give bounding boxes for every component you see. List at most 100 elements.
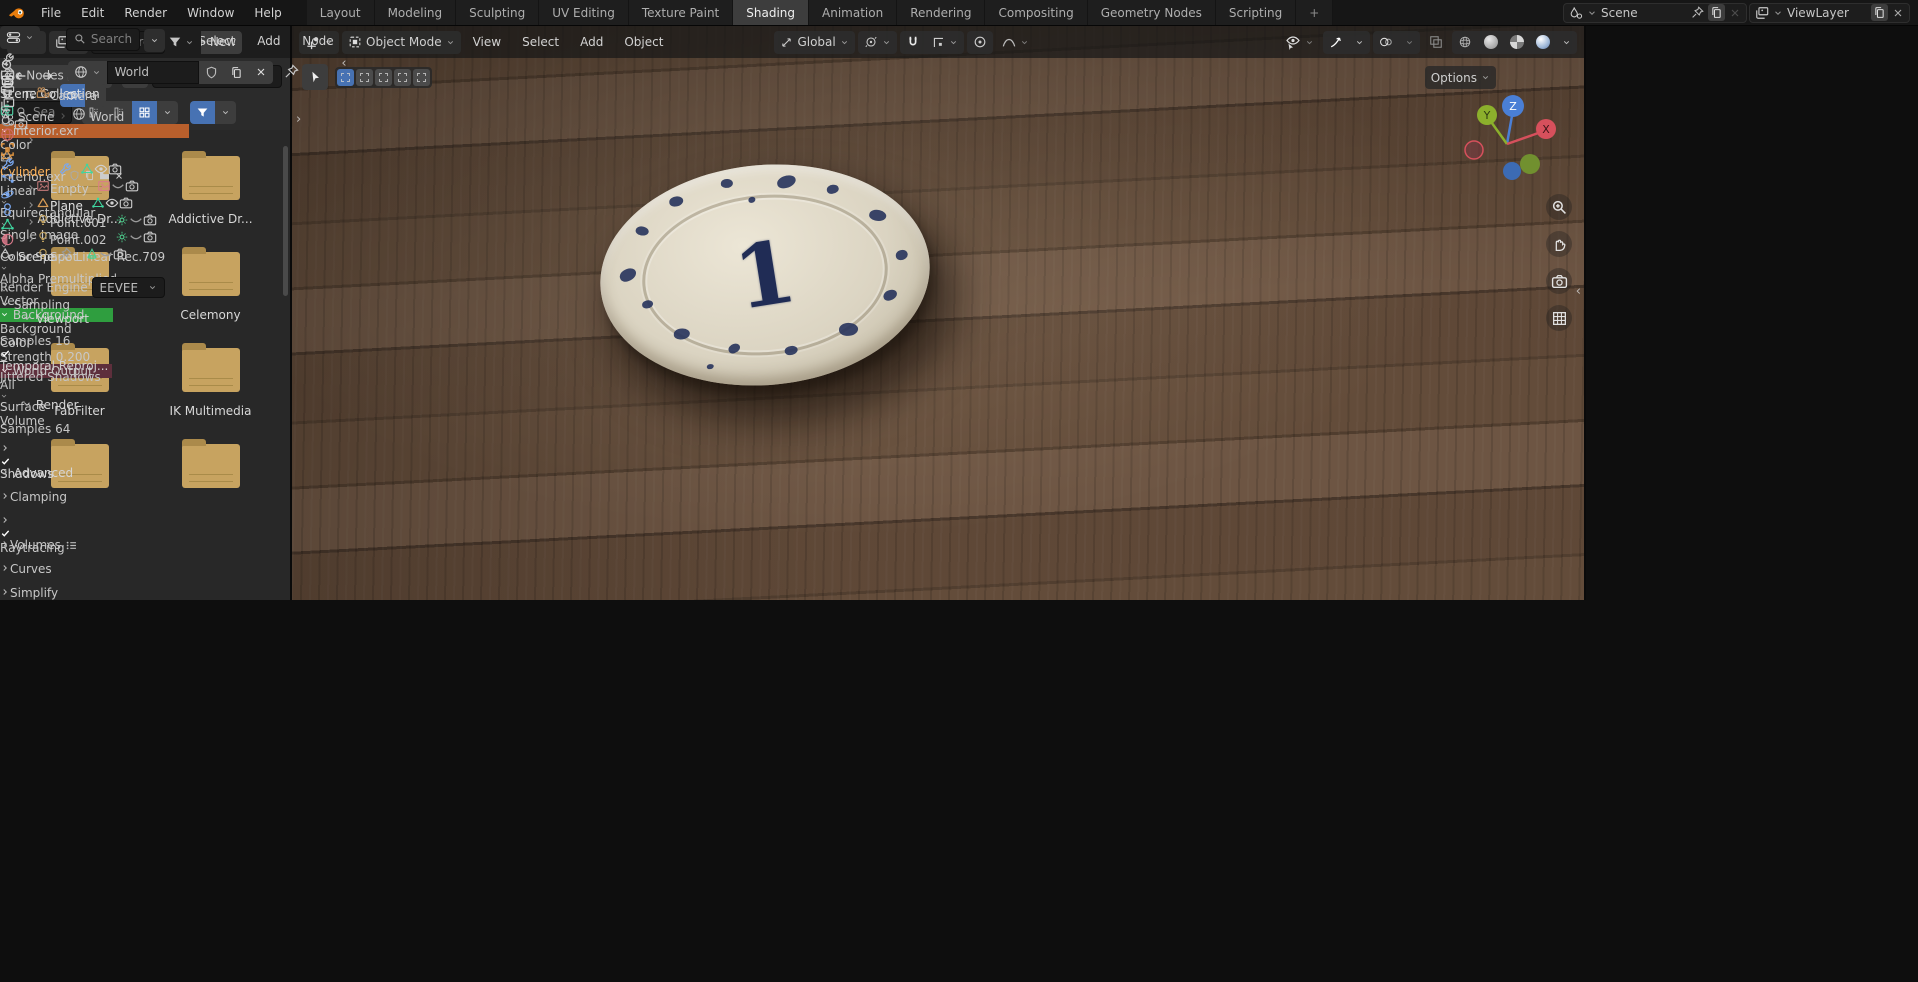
menu-view[interactable]: View [464, 33, 510, 51]
workspace-tab-sculpting[interactable]: Sculpting [456, 0, 539, 25]
options-chevron[interactable] [144, 29, 165, 52]
unlink-datablock-icon[interactable] [249, 61, 273, 84]
select-mode-intersect[interactable] [413, 69, 430, 86]
snap-toggle[interactable] [900, 31, 926, 54]
properties-tab-material[interactable] [0, 232, 165, 247]
show-gizmo-toggle[interactable] [1323, 31, 1349, 54]
clamping-panel-header[interactable]: Clamping [0, 490, 165, 514]
properties-tab-particles[interactable] [0, 172, 165, 187]
remove-view-layer-icon[interactable] [1892, 7, 1904, 19]
sampling-panel-header[interactable]: Sampling [0, 298, 165, 312]
properties-tab-constraints[interactable] [0, 202, 165, 217]
view-layer-name[interactable]: ViewLayer [1787, 6, 1867, 20]
gizmo-axis-y[interactable]: Y [1483, 109, 1491, 122]
scene-selector[interactable]: Scene [1563, 3, 1747, 23]
menu-file[interactable]: File [32, 4, 70, 22]
shadows-subpanel-header[interactable]: Shadows [0, 442, 165, 466]
sidebar-expand-arrow[interactable]: ‹ [1576, 284, 1581, 299]
properties-tab-render[interactable] [0, 67, 165, 82]
perspective-toggle-button[interactable] [1546, 305, 1572, 331]
menu-render[interactable]: Render [115, 4, 176, 22]
proportional-editing-toggle[interactable] [967, 31, 993, 54]
workspace-tab-geometry-nodes[interactable]: Geometry Nodes [1088, 0, 1216, 25]
shading-settings-chevron[interactable] [1556, 31, 1577, 54]
editor-type-button[interactable] [0, 26, 40, 49]
workspace-tab-uv-editing[interactable]: UV Editing [539, 0, 629, 25]
menu-object[interactable]: Object [615, 33, 672, 51]
chevron-down-icon[interactable] [1587, 8, 1597, 18]
properties-tab-tool[interactable] [0, 52, 165, 67]
menu-help[interactable]: Help [245, 4, 290, 22]
ceramic-chip-object[interactable]: 1 [591, 151, 939, 399]
zoom-button[interactable] [1546, 194, 1572, 220]
properties-tab-view-layer[interactable] [0, 97, 165, 112]
pin-icon[interactable] [284, 64, 299, 79]
new-view-layer-icon[interactable] [1871, 4, 1888, 21]
menu-edit[interactable]: Edit [72, 4, 113, 22]
xray-toggle[interactable] [1423, 31, 1449, 54]
scene-name[interactable]: Scene [1601, 6, 1687, 20]
properties-tab-output[interactable] [0, 82, 165, 97]
search-input[interactable]: Search [66, 28, 140, 51]
render-subpanel-header[interactable]: Render [0, 398, 165, 422]
raytracing-panel-header[interactable]: Raytracing [0, 514, 165, 538]
filter-icon[interactable] [168, 35, 182, 49]
camera-view-button[interactable] [1546, 268, 1572, 294]
shading-rendered-button[interactable] [1530, 31, 1556, 54]
select-mode-invert[interactable] [394, 69, 411, 86]
pin-icon[interactable] [1691, 6, 1704, 19]
select-mode-subtract[interactable] [375, 69, 392, 86]
curves-panel-header[interactable]: Curves [0, 562, 165, 586]
workspace-tab--[interactable]: + [1296, 0, 1333, 25]
render-engine-dropdown[interactable]: EEVEE [92, 277, 166, 298]
temporal-reprojection-checkbox[interactable] [0, 348, 165, 359]
workspace-tab-rendering[interactable]: Rendering [897, 0, 985, 25]
viewport-samples-field[interactable]: 16 [55, 334, 70, 348]
pivot-point-dropdown[interactable] [858, 31, 897, 54]
sidebar-expand-arrow[interactable]: ‹ [341, 56, 346, 71]
gizmo-axis-z[interactable]: Z [1509, 100, 1517, 113]
viewport-3d[interactable]: 1 Object Mode View Select Add Object Glo… [292, 26, 1586, 600]
workspace-tab-shading[interactable]: Shading [733, 0, 809, 25]
gizmo-settings-chevron[interactable] [1349, 31, 1370, 54]
workspace-tab-scripting[interactable]: Scripting [1216, 0, 1296, 25]
gizmo-axis-x[interactable]: X [1542, 123, 1550, 136]
menu-add[interactable]: Add [248, 32, 289, 50]
menu-select[interactable]: Select [513, 33, 568, 51]
menu-add[interactable]: Add [571, 33, 612, 51]
properties-tab-modifiers[interactable] [0, 157, 165, 172]
overlays-settings-chevron[interactable] [1399, 31, 1420, 54]
properties-tab-scene[interactable] [0, 112, 165, 127]
workspace-tab-texture-paint[interactable]: Texture Paint [629, 0, 733, 25]
simplify-panel-header[interactable]: Simplify [0, 586, 165, 610]
workspace-tab-modeling[interactable]: Modeling [375, 0, 457, 25]
chevron-down-icon[interactable] [1773, 8, 1783, 18]
snap-target-dropdown[interactable] [926, 31, 964, 54]
properties-tab-physics[interactable] [0, 187, 165, 202]
advanced-subpanel-header[interactable]: Advanced [0, 466, 165, 490]
workspace-tab-animation[interactable]: Animation [809, 0, 897, 25]
options-dropdown[interactable]: Options [1425, 66, 1496, 89]
properties-tab-object[interactable] [0, 142, 165, 157]
new-datablock-icon[interactable] [224, 61, 249, 84]
shading-solid-button[interactable] [1478, 31, 1504, 54]
transform-orientation-dropdown[interactable]: Global [774, 31, 854, 54]
shading-wireframe-button[interactable] [1452, 31, 1478, 54]
menu-node[interactable]: Node [293, 32, 342, 50]
properties-tab-data[interactable] [0, 217, 165, 232]
fake-user-shield-icon[interactable] [199, 61, 224, 84]
viewport-subpanel-header[interactable]: Viewport [0, 312, 165, 334]
workspace-tab-layout[interactable]: Layout [307, 0, 375, 25]
pin-icon[interactable] [58, 247, 72, 261]
move-view-button[interactable] [1546, 231, 1572, 257]
properties-tab-world[interactable] [0, 127, 165, 142]
list-menu-icon[interactable] [65, 539, 78, 552]
mode-dropdown[interactable]: Object Mode [342, 31, 461, 54]
show-overlays-toggle[interactable] [1373, 31, 1399, 54]
workspace-tab-compositing[interactable]: Compositing [985, 0, 1087, 25]
blender-logo-icon[interactable] [8, 6, 26, 20]
menu-window[interactable]: Window [178, 4, 243, 22]
new-scene-icon[interactable] [1708, 4, 1725, 21]
shading-material-button[interactable] [1504, 31, 1530, 54]
filter-chevron[interactable] [185, 38, 194, 47]
